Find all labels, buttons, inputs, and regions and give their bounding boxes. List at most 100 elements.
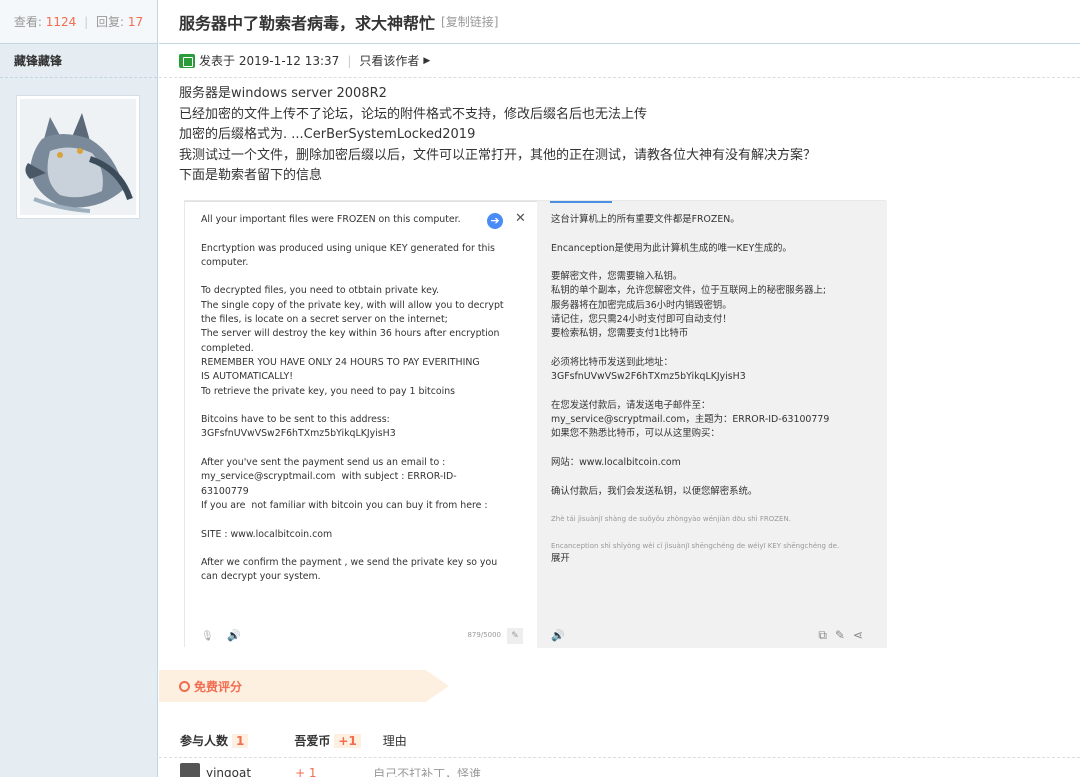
note-line: 私钥的单个副本，允许您解密文件，位于互联网上的秘密服务器上; <box>551 285 827 297</box>
note-line: After we confirm the payment , we send t… <box>201 557 498 569</box>
close-icon: ✕ <box>515 211 526 226</box>
note-line: 63100779 <box>201 485 249 497</box>
note-line: the files, is locate on a secret server … <box>201 314 448 326</box>
note-line: 如果您不熟悉比特币，可以从这里购买： <box>551 428 720 440</box>
author-name[interactable]: 藏锋藏锋 <box>0 44 157 78</box>
note-line: Bitcoins have to be sent to this address… <box>201 414 390 426</box>
note-line: 要解密文件，您需要输入私钥。 <box>551 271 683 283</box>
note-line: 在您发送付款后，请发送电子邮件至： <box>551 399 711 411</box>
coin-total: +1 <box>334 733 361 748</box>
body-line: 我测试过一个文件，删除加密后缀以后，文件可以正常打开，其他的正在测试，请教各位大… <box>179 147 817 163</box>
participants-label: 参与人数 <box>180 734 229 748</box>
note-line: If you are not familiar with bitcoin you… <box>201 499 488 511</box>
microphone-icon: 🎙 <box>201 631 214 642</box>
views-count: 1124 <box>45 15 77 29</box>
pinyin-line: Zhè tái jìsuànjī shàng de suǒyǒu zhòngyà… <box>551 515 791 524</box>
triangle-right-icon: ▶ <box>423 55 431 66</box>
coin-label: 吾爱币 <box>294 734 331 748</box>
note-line: my_service@scryptmail.com，主题为：ERROR-ID-6… <box>551 414 830 426</box>
note-line: can decrypt your system. <box>201 571 321 583</box>
note-line: After you've sent the payment send us an… <box>201 457 446 469</box>
note-line: computer. <box>201 256 249 268</box>
note-line: REMEMBER YOU HAVE ONLY 24 HOURS TO PAY E… <box>201 356 480 368</box>
copy-link-button[interactable]: [复制链接] <box>441 13 498 30</box>
translation-text: 这台计算机上的所有重要文件都是FROZEN。 Encanception是使用为此计… <box>551 213 871 566</box>
expand-link[interactable]: 展开 <box>551 552 871 566</box>
rater-avatar[interactable] <box>180 763 200 777</box>
source-text: All your important files were FROZEN on … <box>201 213 507 585</box>
rating-row: yingoat + 1 自己不打补丁，怪谁 <box>180 763 481 777</box>
note-line: 要检索私钥，您需要支付1比特币 <box>551 328 689 340</box>
reason-label: 理由 <box>382 734 407 748</box>
pencil-icon: ✎ <box>507 628 523 644</box>
copy-edit-share-icons: ⧉✎⋖ <box>818 628 871 642</box>
note-line: 3GFsfnUVwVSw2F6hTXmz5bYikqLKJyisH3 <box>201 428 396 440</box>
body-line: 已经加密的文件上传不了论坛，论坛的附件格式不支持，修改后缀名后也无法上传 <box>179 106 648 122</box>
source-text-pane: All your important files were FROZEN on … <box>185 201 537 648</box>
rating-divider <box>159 757 1080 758</box>
note-line: 请记住，您只需24小时支付即可自动支付！ <box>551 314 732 326</box>
meta-separator: | <box>347 53 352 68</box>
thread-title-bar: 服务器中了勒索者病毒，求大神帮忙 [复制链接] <box>159 0 1080 44</box>
only-author-link[interactable]: 只看该作者 <box>359 52 419 69</box>
speaker-icon: 🔊 <box>227 629 241 642</box>
note-line: Encanception是使用为此计算机生成的唯一KEY生成的。 <box>551 242 792 254</box>
note-line: SITE : www.localbitcoin.com <box>201 528 333 540</box>
replies-label: 回复: <box>95 15 125 29</box>
note-line: 3GFsfnUVwVSw2F6hTXmz5bYikqLKJyisH3 <box>551 371 746 383</box>
avatar[interactable] <box>16 95 140 219</box>
online-status-icon <box>179 53 195 68</box>
rating-header: 参与人数 1 吾爱币 +1 理由 <box>180 732 407 749</box>
rater-score: + 1 <box>295 766 317 777</box>
rater-reason: 自己不打补丁，怪谁 <box>373 766 482 777</box>
note-line: To retrieve the private key, you need to… <box>201 385 456 397</box>
ransom-note-screenshot: All your important files were FROZEN on … <box>184 200 887 648</box>
note-line: 这台计算机上的所有重要文件都是FROZEN。 <box>551 214 740 225</box>
views-label: 查看: <box>13 15 42 29</box>
post-body: 服务器是windows server 2008R2 已经加密的文件上传不了论坛，… <box>159 78 1080 187</box>
speaker-icon: 🔊 <box>551 629 565 642</box>
translation-pane: 这台计算机上的所有重要文件都是FROZEN。 Encanception是使用为此计… <box>537 201 887 648</box>
char-count: 879/5000 <box>467 631 501 639</box>
translation-tab-line <box>550 201 612 203</box>
rating-tag-label: 免费评分 <box>194 679 243 694</box>
body-line: 加密的后缀格式为. ...CerBerSystemLocked2019 <box>179 127 476 142</box>
wolf-avatar-image <box>20 99 136 215</box>
circle-icon <box>179 680 190 692</box>
post-meta: 发表于 2019-1-12 13:37 | 只看该作者 ▶ <box>159 44 1080 78</box>
note-line: 网站：www.localbitcoin.com <box>551 457 681 469</box>
arrow-right-icon: ➔ <box>487 213 503 229</box>
note-line: my_service@scryptmail.com with subject :… <box>201 471 457 483</box>
post-time: 发表于 2019-1-12 13:37 <box>199 54 340 68</box>
note-line: 必须将比特币发送到此地址： <box>551 356 673 368</box>
note-line: 服务器将在加密完成后36小时内销毁密钥。 <box>551 299 732 311</box>
author-sidebar: 查看: 1124 | 回复: 17 藏锋藏锋 <box>0 0 158 777</box>
note-line: 确认付款后，我们会发送私钥，以便您解密系统。 <box>551 485 758 497</box>
note-line: IS AUTOMATICALLY! <box>201 371 293 383</box>
pinyin-line: Encanception shì shǐyòng wèi cǐ jìsuànjī… <box>551 541 840 550</box>
rating-tag: 免费评分 <box>159 670 449 702</box>
participants-count: 1 <box>232 733 249 748</box>
note-line: Encrtyption was produced using unique KE… <box>201 242 495 254</box>
source-tab-line <box>185 201 537 202</box>
body-line: 服务器是windows server 2008R2 <box>179 86 387 101</box>
note-line: The single copy of the private key, with… <box>201 299 504 311</box>
body-line: 下面是勒索者留下的信息 <box>179 168 323 183</box>
thread-stats: 查看: 1124 | 回复: 17 <box>0 0 157 44</box>
rater-name[interactable]: yingoat <box>206 766 251 777</box>
stats-separator: | <box>84 15 89 29</box>
note-line: The server will destroy the key within 3… <box>201 328 500 340</box>
note-line: To decrypted files, you need to otbtain … <box>201 285 440 297</box>
